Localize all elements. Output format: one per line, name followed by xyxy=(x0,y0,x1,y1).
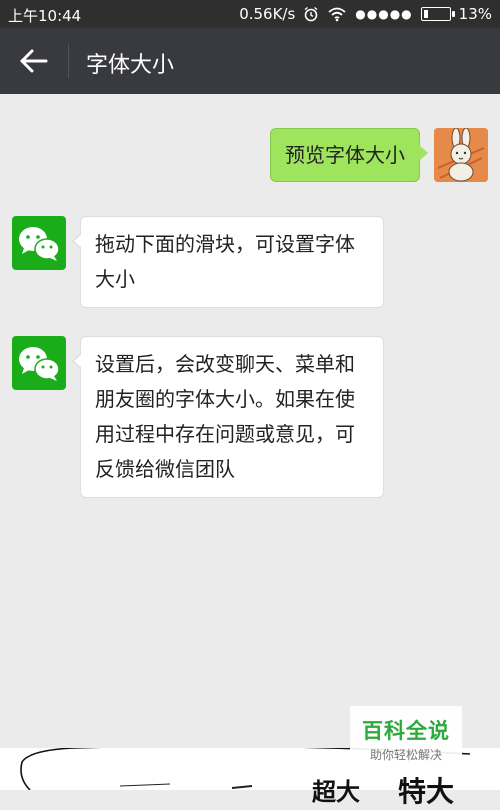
message-text-1: 拖动下面的滑块，可设置字体大小 xyxy=(95,232,355,291)
rabbit-avatar-icon xyxy=(434,128,488,182)
battery-level: 13% xyxy=(458,5,492,23)
wechat-avatar[interactable] xyxy=(12,336,66,390)
signal-dots-icon: ●●●●● xyxy=(355,7,413,21)
slider-label-extra-large: 特大 xyxy=(398,775,455,808)
wechat-logo-icon xyxy=(19,347,60,381)
status-time: 上午10:44 xyxy=(8,7,82,25)
watermark-logo: 百科全说 助你轻松解决 xyxy=(350,706,462,762)
network-speed: 0.56K/s xyxy=(239,5,296,23)
wechat-logo-icon xyxy=(19,227,60,261)
header-divider xyxy=(68,44,69,78)
back-arrow-icon[interactable] xyxy=(16,46,52,76)
preview-message-bubble: 预览字体大小 xyxy=(270,128,428,182)
message-bubble-1: 拖动下面的滑块，可设置字体大小 xyxy=(72,216,384,308)
status-bar: 上午10:44 0.56K/s ●●●●● 13% xyxy=(0,0,500,28)
message-bubble-2: 设置后，会改变聊天、菜单和朋友圈的字体大小。如果在使用过程中存在问题或意见，可反… xyxy=(72,336,384,498)
watermark-subtitle: 助你轻松解决 xyxy=(369,748,442,762)
title-bar: 字体大小 xyxy=(0,28,500,94)
alarm-icon xyxy=(304,6,318,22)
preview-message-text: 预览字体大小 xyxy=(285,143,405,167)
status-icons: 0.56K/s ●●●●● 13% xyxy=(239,5,492,23)
battery-icon xyxy=(420,7,455,21)
message-text-2: 设置后，会改变聊天、菜单和朋友圈的字体大小。如果在使用过程中存在问题或意见，可反… xyxy=(95,352,355,481)
wifi-icon xyxy=(328,7,346,22)
page-title: 字体大小 xyxy=(86,53,175,78)
wechat-avatar[interactable] xyxy=(12,216,66,270)
watermark-title: 百科全说 xyxy=(362,719,450,743)
user-avatar[interactable] xyxy=(434,128,488,182)
